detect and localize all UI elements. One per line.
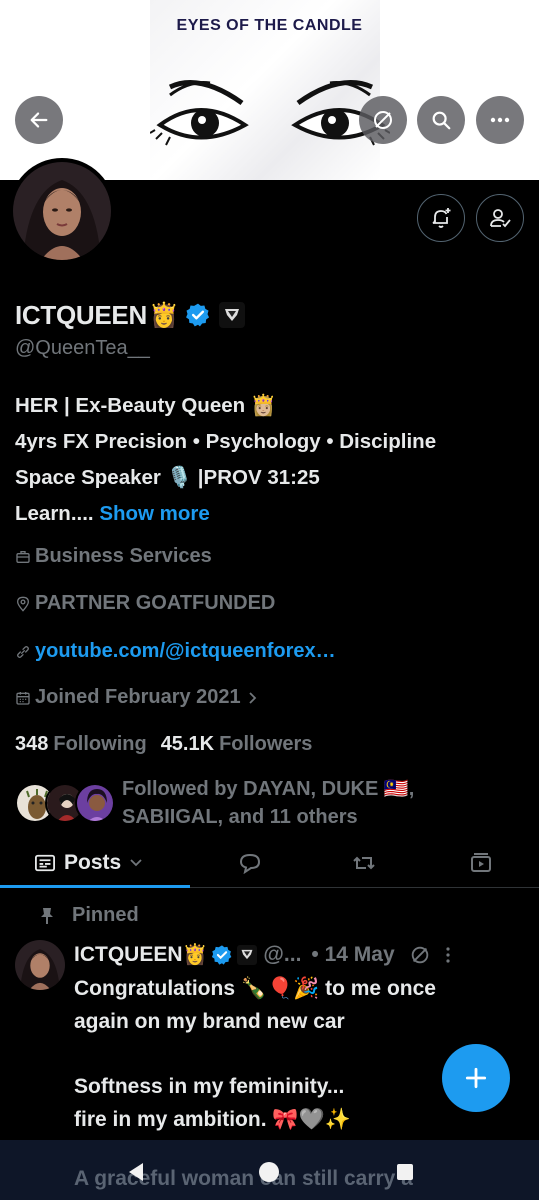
notifications-button[interactable] — [417, 194, 465, 242]
plus-icon — [465, 1067, 487, 1089]
post-line: Congratulations 🍾🎈🎉 to me once — [74, 977, 436, 1000]
location-pin-icon — [16, 596, 30, 612]
chevron-right-icon — [249, 691, 256, 704]
search-icon — [432, 111, 451, 130]
following-button[interactable] — [476, 194, 524, 242]
user-check-icon — [490, 209, 511, 228]
tab-replies[interactable] — [236, 838, 264, 888]
profile-website[interactable]: youtube.com/@ictqueenforex… — [15, 640, 336, 663]
grok-icon[interactable] — [409, 944, 431, 966]
following-label: Following — [53, 733, 147, 755]
bio-line-4: Learn.... Show more — [15, 496, 535, 532]
website-link[interactable]: youtube.com/@ictqueenforex… — [35, 640, 336, 663]
posts-tab-icon — [35, 854, 55, 872]
repost-icon — [353, 856, 375, 870]
post-crown-emoji: 👸 — [182, 944, 208, 966]
briefcase-icon — [16, 550, 30, 563]
search-button[interactable] — [417, 96, 465, 144]
link-icon — [17, 645, 29, 658]
crown-emoji: 👸 — [148, 301, 179, 329]
avatar-photo — [13, 162, 111, 260]
profile-name-row: ICTQUEEN 👸 — [15, 298, 245, 332]
active-tab-indicator — [0, 885, 190, 888]
following-stat[interactable]: 348 Following — [15, 733, 161, 756]
post-date: • 14 May — [311, 942, 395, 966]
bio-line-3: Space Speaker 🎙️ |PROV 31:25 — [15, 466, 320, 489]
followers-count: 45.1K — [160, 733, 215, 755]
followed-by[interactable]: Followed by DAYAN, DUKE 🇲🇾, SABIIGAL, an… — [15, 775, 535, 835]
tab-media[interactable] — [467, 838, 495, 888]
verified-badge-icon[interactable] — [185, 302, 211, 328]
post-line: again on my brand new car — [74, 1010, 345, 1033]
profile-location: PARTNER GOATFUNDED — [15, 592, 275, 615]
nav-recents-icon[interactable] — [393, 1160, 417, 1184]
post-line: fire in my ambition. 🎀🩶✨ — [74, 1108, 351, 1131]
category-label: Business Services — [35, 545, 212, 567]
profile-bio: HER | Ex-Beauty Queen 👸🏼 4yrs FX Precisi… — [15, 388, 535, 532]
bio-line-2: 4yrs FX Precision • Psychology • Discipl… — [15, 430, 437, 453]
post-header: ICTQUEEN 👸 @... • 14 May — [74, 942, 451, 967]
reply-icon — [239, 853, 261, 874]
chevron-down-icon — [130, 859, 142, 867]
tab-posts-label: Posts — [64, 851, 122, 874]
back-arrow-icon — [30, 112, 48, 128]
post-author-name[interactable]: ICTQUEEN — [74, 943, 183, 967]
verified-badge-icon — [212, 944, 232, 965]
profile-name: ICTQUEEN — [15, 299, 147, 330]
profile-joined[interactable]: Joined February 2021 — [15, 686, 263, 709]
affiliate-badge-icon — [237, 944, 258, 965]
following-count: 348 — [15, 733, 49, 755]
nav-home-icon[interactable] — [257, 1160, 281, 1184]
tab-reposts[interactable] — [350, 838, 378, 888]
pin-icon — [41, 907, 53, 924]
banner-eyes-art — [150, 80, 390, 146]
profile-category: Business Services — [15, 545, 212, 568]
profile-banner[interactable]: EYES OF THE CANDLE — [0, 0, 539, 180]
followed-by-text: Followed by DAYAN, DUKE 🇲🇾, SABIIGAL, an… — [122, 775, 539, 831]
hide-button[interactable] — [359, 96, 407, 144]
tab-posts[interactable]: Posts — [34, 838, 143, 888]
follower-avatar — [75, 783, 115, 823]
joined-label: Joined February 2021 — [35, 686, 241, 708]
affiliate-badge-icon[interactable] — [218, 302, 245, 328]
video-icon — [471, 853, 491, 872]
followed-by-line-1: Followed by DAYAN, DUKE 🇲🇾, — [122, 778, 415, 800]
pinned-text: Pinned — [72, 904, 139, 926]
followed-by-line-2: SABIIGAL, and 11 others — [122, 806, 358, 828]
bio-line-1: HER | Ex-Beauty Queen 👸🏼 — [15, 394, 277, 417]
profile-avatar[interactable] — [9, 158, 115, 264]
post-avatar[interactable] — [15, 940, 65, 990]
followers-stat[interactable]: 45.1K Followers — [161, 733, 327, 756]
show-more-link[interactable]: Show more — [99, 502, 210, 525]
nav-back-icon[interactable] — [124, 1160, 148, 1184]
bell-plus-icon — [432, 208, 451, 228]
more-icon — [490, 117, 510, 123]
post-more-icon[interactable] — [445, 945, 451, 965]
bio-truncated: Learn.... — [15, 502, 94, 525]
followers-label: Followers — [219, 733, 313, 755]
profile-handle: @QueenTea__ — [15, 337, 150, 359]
compose-button[interactable] — [442, 1044, 510, 1112]
location-label: PARTNER GOATFUNDED — [35, 592, 276, 614]
profile-tabs: Posts — [0, 838, 539, 888]
pinned-label: Pinned — [40, 904, 139, 927]
calendar-icon — [16, 691, 30, 705]
profile-stats: 348 Following 45.1K Followers — [15, 733, 326, 756]
banner-title: EYES OF THE CANDLE — [176, 17, 363, 34]
post-author-handle: @... — [263, 942, 302, 966]
back-button[interactable] — [15, 96, 63, 144]
eye-off-icon — [374, 111, 392, 129]
more-button[interactable] — [476, 96, 524, 144]
